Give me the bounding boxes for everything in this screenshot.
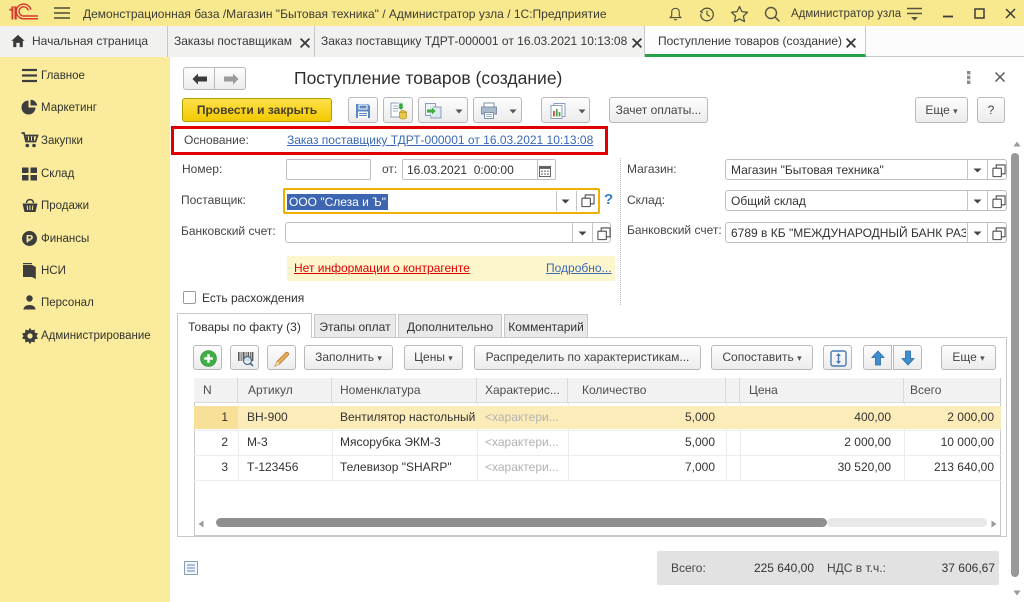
- svg-text:P: P: [26, 233, 33, 245]
